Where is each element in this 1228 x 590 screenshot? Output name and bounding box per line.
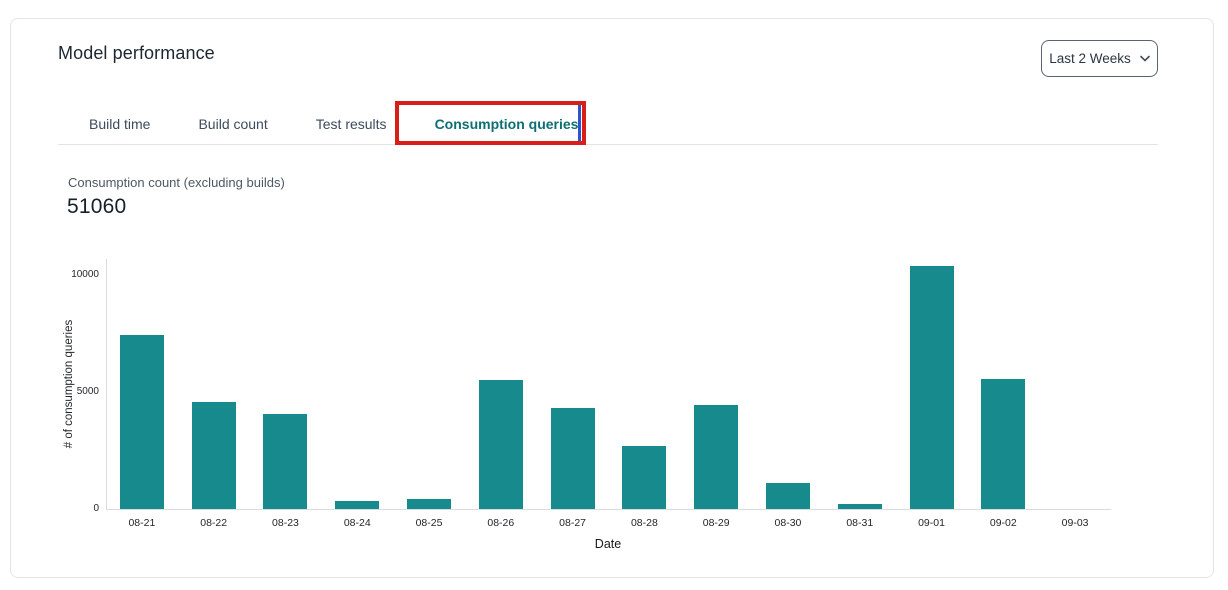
bar-08-21[interactable]: [120, 335, 164, 509]
x-tick-label: 08-24: [322, 517, 392, 529]
bar-09-01[interactable]: [910, 266, 954, 509]
x-tick-label: 08-31: [825, 517, 895, 529]
bar-08-26[interactable]: [479, 380, 523, 509]
x-tick-label: 08-25: [394, 517, 464, 529]
bar-08-29[interactable]: [694, 405, 738, 509]
consumption-bar-chart: # of consumption queries 0 5000 10000 08-2…: [11, 19, 1213, 577]
y-tick-label: 5000: [51, 386, 99, 398]
x-tick-label: 08-30: [753, 517, 823, 529]
x-tick-label: 08-23: [250, 517, 320, 529]
y-tick-label: 10000: [51, 269, 99, 281]
x-axis-title: Date: [595, 537, 621, 551]
bar-08-30[interactable]: [766, 483, 810, 509]
bar-09-02[interactable]: [981, 379, 1025, 509]
x-tick-label: 08-26: [466, 517, 536, 529]
y-axis-line: [106, 259, 107, 509]
bar-08-28[interactable]: [622, 446, 666, 509]
x-tick-label: 09-01: [897, 517, 967, 529]
x-tick-label: 08-21: [107, 517, 177, 529]
bar-08-31[interactable]: [838, 504, 882, 509]
bar-08-25[interactable]: [407, 499, 451, 509]
x-tick-label: 08-27: [538, 517, 608, 529]
x-axis-line: [106, 509, 1111, 510]
bar-08-22[interactable]: [192, 402, 236, 509]
bar-08-27[interactable]: [551, 408, 595, 509]
x-tick-label: 08-22: [179, 517, 249, 529]
model-performance-card: Model performance Last 2 Weeks Build tim…: [10, 18, 1214, 578]
x-tick-label: 08-28: [609, 517, 679, 529]
x-tick-label: 09-03: [1040, 517, 1110, 529]
bar-08-24[interactable]: [335, 501, 379, 509]
x-tick-label: 09-02: [968, 517, 1038, 529]
y-axis-title: # of consumption queries: [63, 320, 75, 449]
x-tick-label: 08-29: [681, 517, 751, 529]
y-tick-label: 0: [51, 503, 99, 515]
bar-08-23[interactable]: [263, 414, 307, 509]
